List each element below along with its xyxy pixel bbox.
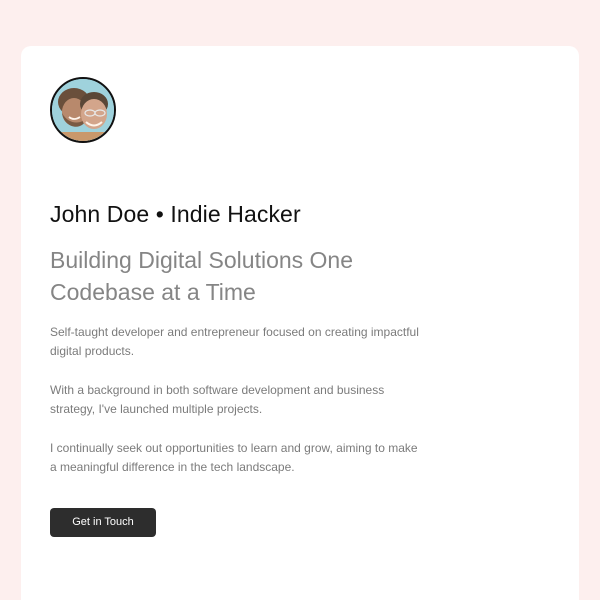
avatar bbox=[50, 77, 116, 143]
bio-paragraph-2: With a background in both software devel… bbox=[50, 383, 385, 416]
bio-paragraph-3: I continually seek out opportunities to … bbox=[50, 441, 418, 474]
get-in-touch-button[interactable]: Get in Touch bbox=[50, 508, 156, 537]
profile-name-title: John Doe • Indie Hacker bbox=[50, 201, 301, 227]
profile-card: John Doe • Indie Hacker Building Digital… bbox=[21, 46, 579, 600]
avatar-photo bbox=[52, 79, 114, 141]
profile-headline: Building Digital Solutions One Codebase … bbox=[50, 247, 354, 305]
page: John Doe • Indie Hacker Building Digital… bbox=[0, 0, 600, 600]
bio-paragraph-1: Self-taught developer and entrepreneur f… bbox=[50, 325, 419, 358]
